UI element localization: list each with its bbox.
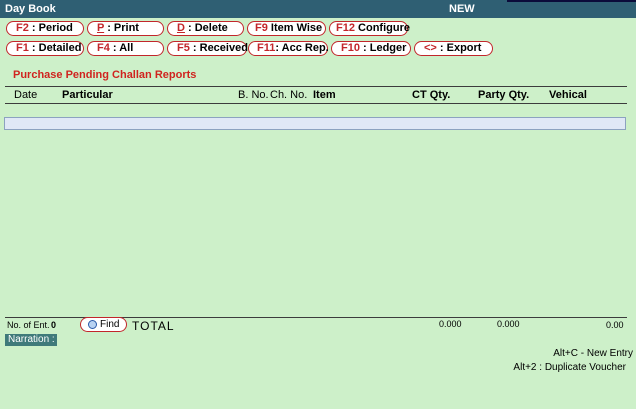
narration-label: Narration : <box>5 334 57 346</box>
acc-rep-key: F11 <box>257 42 276 54</box>
ledger-key: F10 <box>341 42 360 54</box>
search-icon <box>88 320 97 329</box>
table-row-selected[interactable] <box>4 117 626 130</box>
received-button[interactable]: F5 : Received <box>167 41 248 56</box>
duplicate-voucher-shortcut: Alt+2 : Duplicate Voucher <box>513 362 626 373</box>
received-key: F5 <box>177 42 190 54</box>
column-bill-no: B. No. <box>238 89 269 101</box>
new-entry-shortcut: Alt+C - New Entry <box>553 348 633 359</box>
entries-count-label: No. of Ent. <box>7 320 50 330</box>
ct-qty-total: 0.000 <box>439 319 462 329</box>
header-top-divider <box>5 86 627 87</box>
item-wise-key: F9 <box>255 22 268 34</box>
title-bar-strip <box>507 0 636 2</box>
window-title: Day Book <box>5 3 56 15</box>
report-title: Purchase Pending Challan Reports <box>13 69 197 81</box>
detailed-label: : Detailed <box>28 42 82 54</box>
find-button[interactable]: Find <box>80 317 127 332</box>
column-item: Item <box>313 89 336 101</box>
all-button[interactable]: F4 : All <box>87 41 164 56</box>
all-label: : All <box>109 42 134 54</box>
period-label: : Period <box>28 22 73 34</box>
period-button[interactable]: F2 : Period <box>6 21 84 36</box>
mode-status: NEW <box>449 3 475 15</box>
total-label: TOTAL <box>132 319 175 333</box>
party-qty-total: 0.000 <box>497 319 520 329</box>
column-challan-no: Ch. No. <box>270 89 308 101</box>
export-button[interactable]: <> : Export <box>414 41 493 56</box>
export-key: <> <box>424 42 437 54</box>
find-label: Find <box>100 319 120 330</box>
configure-key: F12 <box>336 22 355 34</box>
configure-button[interactable]: F12 Configure <box>329 21 410 36</box>
title-bar: Day Book NEW <box>0 0 636 18</box>
detailed-button[interactable]: F1 : Detailed <box>6 41 84 56</box>
delete-label: : Delete <box>184 22 228 34</box>
amount-total: 0.00 <box>606 320 624 330</box>
entries-count-value: 0 <box>51 320 57 330</box>
print-button[interactable]: P : Print <box>87 21 164 36</box>
item-wise-label: Item Wise <box>267 22 323 34</box>
delete-button[interactable]: D : Delete <box>167 21 244 36</box>
all-key: F4 <box>97 42 110 54</box>
acc-rep-label: : Acc Rep. <box>275 42 329 54</box>
export-label: : Export <box>436 42 482 54</box>
item-wise-button[interactable]: F9 Item Wise <box>247 21 326 36</box>
period-key: F2 <box>16 22 29 34</box>
configure-label: Configure <box>354 22 410 34</box>
acc-rep-button[interactable]: F11: Acc Rep. <box>248 41 329 56</box>
received-label: : Received <box>189 42 248 54</box>
detailed-key: F1 <box>16 42 29 54</box>
column-ct-qty: CT Qty. <box>412 89 451 101</box>
column-vehical: Vehical <box>549 89 587 101</box>
print-label: : Print <box>104 22 139 34</box>
header-bottom-divider <box>5 103 627 104</box>
delete-key: D <box>177 22 185 34</box>
column-date: Date <box>14 89 38 101</box>
ledger-label: : Ledger <box>359 42 407 54</box>
column-party-qty: Party Qty. <box>478 89 530 101</box>
column-particular: Particular <box>62 89 113 101</box>
ledger-button[interactable]: F10 : Ledger <box>331 41 411 56</box>
